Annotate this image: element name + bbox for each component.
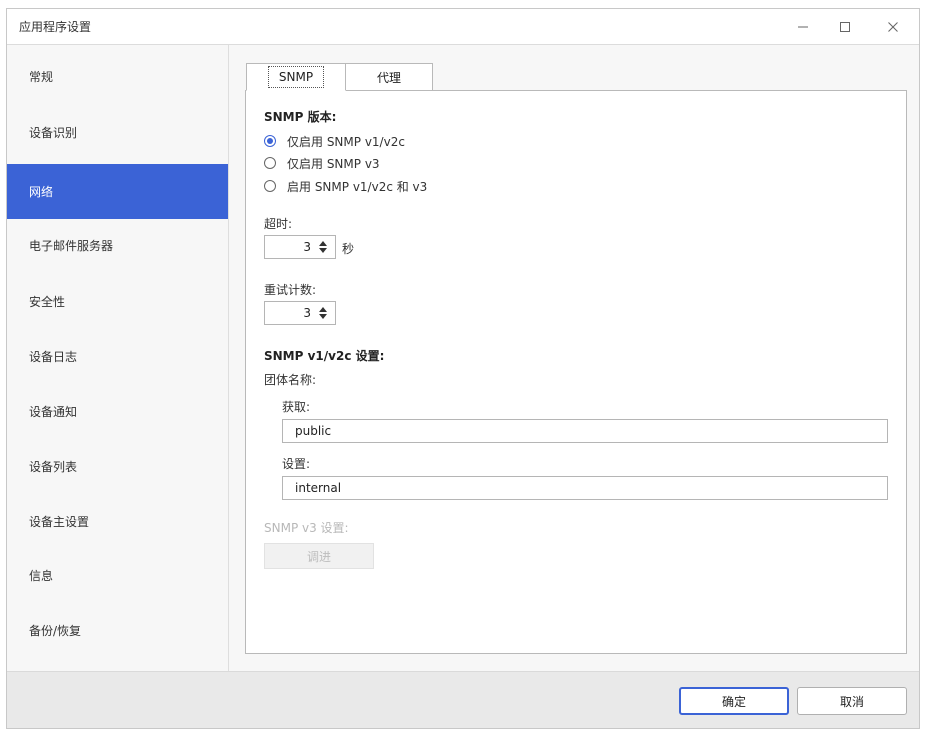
minimize-icon: [798, 26, 808, 28]
timeout-value: 3: [303, 240, 311, 254]
sidebar-item-email-server[interactable]: 电子邮件服务器: [7, 218, 228, 273]
snmp-panel: SNMP 版本: 仅启用 SNMP v1/v2c 仅启用 SNMP v3 启用 …: [245, 90, 907, 654]
spin-arrows-icon[interactable]: [317, 238, 329, 256]
radio-snmp-v3-only[interactable]: 仅启用 SNMP v3: [264, 154, 380, 172]
sidebar-item-backup-restore[interactable]: 备份/恢复: [7, 603, 228, 658]
settings-window: 应用程序设置 常规 设备识别 网络 电子邮件服务器 安全性 设备日志 设备通知 …: [6, 8, 920, 729]
snmp-version-title: SNMP 版本:: [264, 110, 337, 124]
sidebar-item-label: 设备主设置: [29, 515, 90, 529]
radio-indicator: [264, 157, 276, 169]
sidebar-item-label: 常规: [29, 70, 54, 84]
button-label: 确定: [721, 694, 746, 709]
get-label: 获取:: [282, 400, 311, 414]
close-button[interactable]: [873, 13, 913, 41]
minimize-button[interactable]: [783, 13, 823, 41]
sidebar-item-label: 设备日志: [29, 350, 78, 364]
community-name-label: 团体名称:: [264, 373, 317, 387]
tab-proxy[interactable]: 代理: [345, 63, 433, 91]
close-icon: [888, 22, 898, 32]
footer-bar: 确定 取消: [7, 671, 919, 728]
radio-snmp-v1v2c-only[interactable]: 仅启用 SNMP v1/v2c: [264, 132, 405, 150]
sidebar-item-label: 设备列表: [29, 460, 78, 474]
cancel-button[interactable]: 取消: [797, 687, 907, 715]
sidebar-item-network[interactable]: 网络: [7, 164, 228, 219]
radio-label: 仅启用 SNMP v3: [287, 156, 380, 171]
get-community-input[interactable]: [282, 419, 888, 443]
sidebar-item-label: 电子邮件服务器: [29, 239, 114, 253]
sidebar-item-device-list[interactable]: 设备列表: [7, 439, 228, 494]
ok-button[interactable]: 确定: [679, 687, 789, 715]
radio-indicator: [264, 135, 276, 147]
tab-snmp[interactable]: SNMP: [246, 63, 346, 91]
sidebar-item-device-log[interactable]: 设备日志: [7, 329, 228, 384]
timeout-unit: 秒: [342, 242, 355, 256]
timeout-stepper[interactable]: 3: [264, 235, 336, 259]
sidebar-item-general[interactable]: 常规: [7, 49, 228, 104]
radio-label: 启用 SNMP v1/v2c 和 v3: [287, 179, 428, 194]
timeout-label: 超时:: [264, 217, 293, 231]
sidebar-item-label: 网络: [29, 185, 54, 199]
button-label: 调进: [306, 549, 331, 564]
sidebar-item-security[interactable]: 安全性: [7, 274, 228, 329]
radio-indicator: [264, 180, 276, 192]
arrow-down-icon: [319, 248, 327, 253]
maximize-icon: [840, 22, 850, 32]
arrow-down-icon: [319, 314, 327, 319]
sidebar-item-label: 备份/恢复: [29, 624, 82, 638]
set-label: 设置:: [282, 457, 311, 471]
snmp-v1v2c-settings-title: SNMP v1/v2c 设置:: [264, 349, 385, 363]
window-title: 应用程序设置: [19, 20, 92, 34]
sidebar-item-label: 设备识别: [29, 126, 78, 140]
tab-label: 代理: [376, 70, 401, 85]
snmp-v3-settings-title: SNMP v3 设置:: [264, 521, 349, 535]
sidebar-item-label: 设备通知: [29, 405, 78, 419]
content-area: SNMP 代理 SNMP 版本: 仅启用 SNMP v1/v2c 仅启用 SNM…: [229, 45, 919, 671]
sidebar-item-label: 安全性: [29, 295, 66, 309]
sidebar-item-device-master-settings[interactable]: 设备主设置: [7, 494, 228, 549]
retry-stepper[interactable]: 3: [264, 301, 336, 325]
tab-label: SNMP: [267, 66, 325, 88]
sidebar: 常规 设备识别 网络 电子邮件服务器 安全性 设备日志 设备通知 设备列表 设备…: [7, 45, 229, 671]
sidebar-item-info[interactable]: 信息: [7, 548, 228, 603]
snmp-v3-settings-button[interactable]: 调进: [264, 543, 374, 569]
title-bar: 应用程序设置: [7, 9, 919, 45]
maximize-button[interactable]: [825, 13, 865, 41]
arrow-up-icon: [319, 241, 327, 246]
radio-label: 仅启用 SNMP v1/v2c: [287, 134, 405, 149]
retry-label: 重试计数:: [264, 283, 317, 297]
sidebar-item-label: 信息: [29, 569, 54, 583]
arrow-up-icon: [319, 307, 327, 312]
button-label: 取消: [839, 694, 864, 709]
set-community-input[interactable]: [282, 476, 888, 500]
spin-arrows-icon[interactable]: [317, 304, 329, 322]
retry-value: 3: [303, 306, 311, 320]
sidebar-item-device-identification[interactable]: 设备识别: [7, 105, 228, 160]
radio-snmp-v1v2c-and-v3[interactable]: 启用 SNMP v1/v2c 和 v3: [264, 177, 427, 195]
sidebar-item-device-notification[interactable]: 设备通知: [7, 384, 228, 439]
